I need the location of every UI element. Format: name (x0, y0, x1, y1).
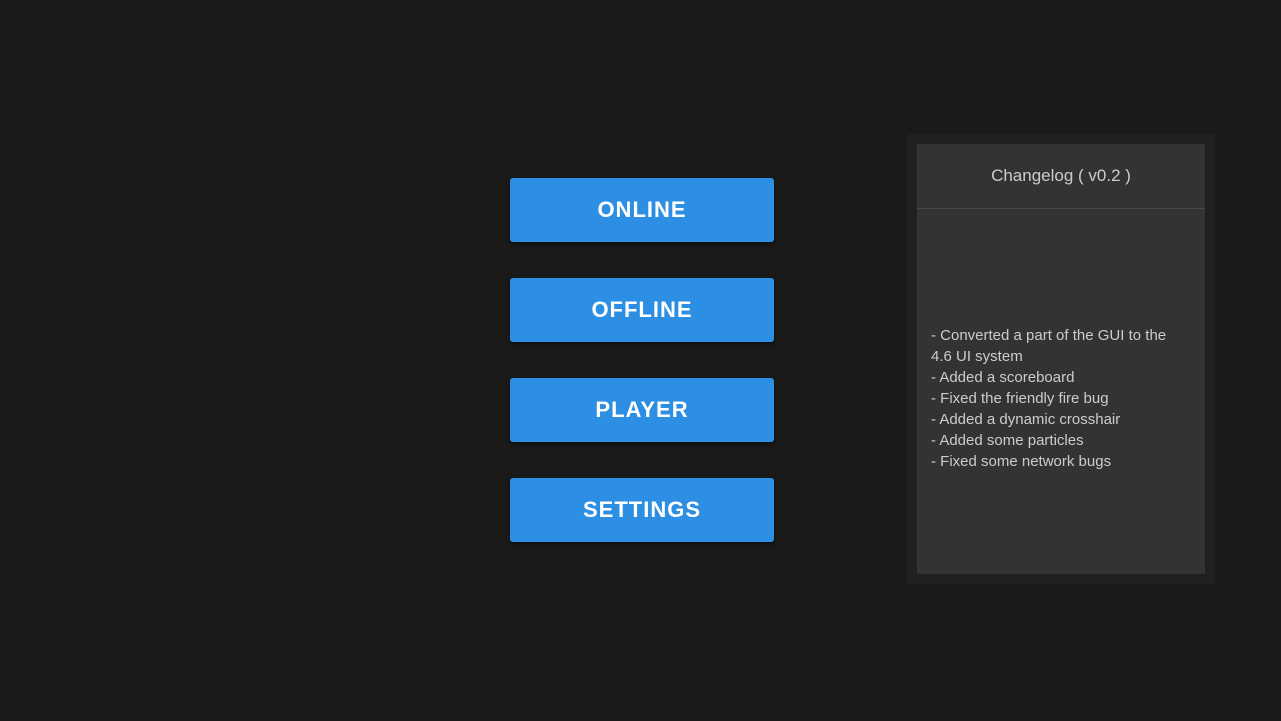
changelog-item: - Fixed the friendly fire bug (931, 388, 1191, 409)
changelog-item: - Added some particles (931, 430, 1191, 451)
changelog-item: - Added a dynamic crosshair (931, 409, 1191, 430)
changelog-item: - Converted a part of the GUI to the 4.6… (931, 325, 1191, 367)
changelog-item: - Fixed some network bugs (931, 451, 1191, 472)
changelog-title: Changelog ( v0.2 ) (917, 144, 1205, 209)
changelog-inner: Changelog ( v0.2 ) - Converted a part of… (917, 144, 1205, 574)
changelog-body: - Converted a part of the GUI to the 4.6… (917, 209, 1205, 574)
player-button[interactable]: PLAYER (510, 378, 774, 442)
changelog-item: - Added a scoreboard (931, 367, 1191, 388)
settings-button[interactable]: SETTINGS (510, 478, 774, 542)
changelog-spacer (931, 225, 1191, 325)
offline-button[interactable]: OFFLINE (510, 278, 774, 342)
changelog-panel: Changelog ( v0.2 ) - Converted a part of… (907, 134, 1215, 584)
online-button[interactable]: ONLINE (510, 178, 774, 242)
main-menu: ONLINE OFFLINE PLAYER SETTINGS (510, 178, 774, 542)
